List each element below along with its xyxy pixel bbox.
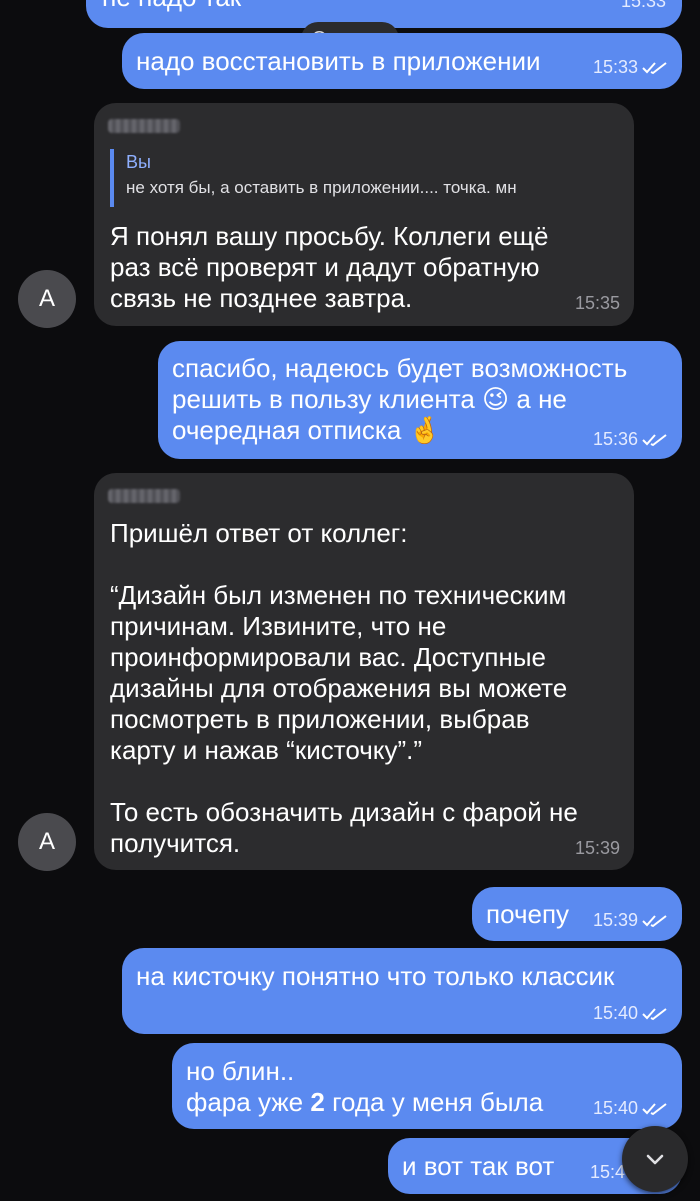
message-text: не надо так [102, 0, 241, 13]
double-check-icon [642, 914, 667, 927]
message-line: спасибо, надеюсь будет возможность [172, 353, 628, 383]
message-line: раз всё проверят и дадут обратную [110, 252, 540, 282]
chevron-down-icon [646, 1154, 664, 1165]
message-time: 15:33 [593, 52, 668, 83]
message-time: 15:39 [593, 905, 668, 936]
time-label: 15:33 [592, 57, 638, 77]
message-line: карту и нажав “кисточку”.” [110, 735, 422, 765]
message-text: и вот так вот [402, 1151, 555, 1181]
sender-name-blurred [108, 119, 180, 133]
message-time: 15:4 [590, 1157, 625, 1188]
time-label: 15:36 [592, 429, 638, 449]
sender-name-blurred [108, 489, 180, 503]
message-bubble-incoming[interactable]: Пришёл ответ от коллег: “Дизайн был изме… [94, 473, 634, 870]
message-text: почепу [486, 899, 570, 929]
message-text: надо восстановить в приложении [136, 46, 541, 76]
message-line-part-bold: 2 [310, 1087, 325, 1117]
reply-quote[interactable]: Вы не хотя бы, а оставить в приложении..… [110, 149, 626, 207]
message-line: посмотреть в приложении, выбрав [110, 704, 530, 734]
avatar[interactable]: А [18, 813, 76, 871]
message-bubble-incoming[interactable]: Вы не хотя бы, а оставить в приложении..… [94, 103, 634, 326]
double-check-icon [642, 1007, 667, 1020]
winking-face-emoji: 😉 [482, 384, 510, 414]
message-line: Пришёл ответ от коллег: [110, 518, 408, 548]
message-bubble-outgoing[interactable]: надо восстановить в приложении 15:33 [122, 33, 682, 89]
avatar-initial: А [38, 285, 55, 312]
message-text: Пришёл ответ от коллег: “Дизайн был изме… [110, 518, 578, 859]
scroll-to-bottom-button[interactable] [622, 1126, 688, 1192]
message-line: причинам. Извините, что не [110, 611, 447, 641]
time-label: 15:33 [620, 0, 666, 11]
message-bubble-outgoing[interactable]: но блин.. фара уже 2 года у меня была 15… [172, 1043, 682, 1129]
message-line: получится. [110, 828, 241, 858]
message-line-part: фара уже [186, 1087, 304, 1117]
time-label: 15:40 [592, 1098, 638, 1118]
message-line-part: года у меня была [332, 1087, 544, 1117]
message-line-part: решить в пользу клиента [172, 384, 475, 414]
reply-author: Вы [126, 152, 151, 172]
double-check-icon [642, 1102, 667, 1115]
time-label: 15:4 [590, 1162, 626, 1182]
message-line: проинформировали вас. Доступные [110, 642, 546, 672]
message-text: спасибо, надеюсь будет возможность решит… [172, 353, 627, 446]
message-line: связь не позднее завтра. [110, 283, 413, 313]
message-bubble-outgoing[interactable]: почепу 15:39 [472, 887, 682, 941]
message-line: То есть обозначить дизайн с фарой не [110, 797, 578, 827]
avatar-initial: А [38, 828, 55, 855]
message-line: но блин.. [186, 1056, 295, 1086]
message-line: фара уже 2 года у меня была [186, 1087, 543, 1118]
message-line-part: а не [516, 384, 567, 414]
time-label: 15:35 [574, 293, 620, 313]
crossed-fingers-emoji: 🤞 [408, 415, 441, 445]
message-line: Я понял вашу просьбу. Коллеги ещё [110, 221, 549, 251]
message-time: 15:40 [593, 998, 668, 1029]
reply-text: не хотя бы, а оставить в приложении.... … [126, 178, 517, 197]
message-line-part: очередная отписка [172, 415, 402, 445]
message-text: но блин.. фара уже 2 года у меня была [186, 1056, 543, 1118]
message-time: 15:40 [593, 1093, 668, 1124]
message-text: на кисточку понятно что только классик [136, 961, 615, 991]
message-time: 15:36 [593, 424, 668, 455]
message-line: “Дизайн был изменен по техническим [110, 580, 567, 610]
double-check-icon [642, 433, 667, 446]
message-bubble-outgoing[interactable]: на кисточку понятно что только классик 1… [122, 948, 682, 1034]
message-text: Я понял вашу просьбу. Коллеги ещё раз вс… [110, 221, 549, 314]
time-label: 15:39 [592, 910, 638, 930]
message-line: дизайны для отображения вы можете [110, 673, 568, 703]
double-check-icon [642, 61, 667, 74]
time-label: 15:40 [592, 1003, 638, 1023]
message-time: 15:39 [575, 833, 620, 864]
time-label: 15:39 [574, 838, 620, 858]
message-bubble-outgoing[interactable]: спасибо, надеюсь будет возможность решит… [158, 341, 682, 459]
message-time: 15:35 [575, 288, 620, 319]
message-time: 15:33 [621, 0, 666, 17]
message-line: решить в пользу клиента 😉 а не [172, 384, 627, 415]
avatar[interactable]: А [18, 270, 76, 328]
